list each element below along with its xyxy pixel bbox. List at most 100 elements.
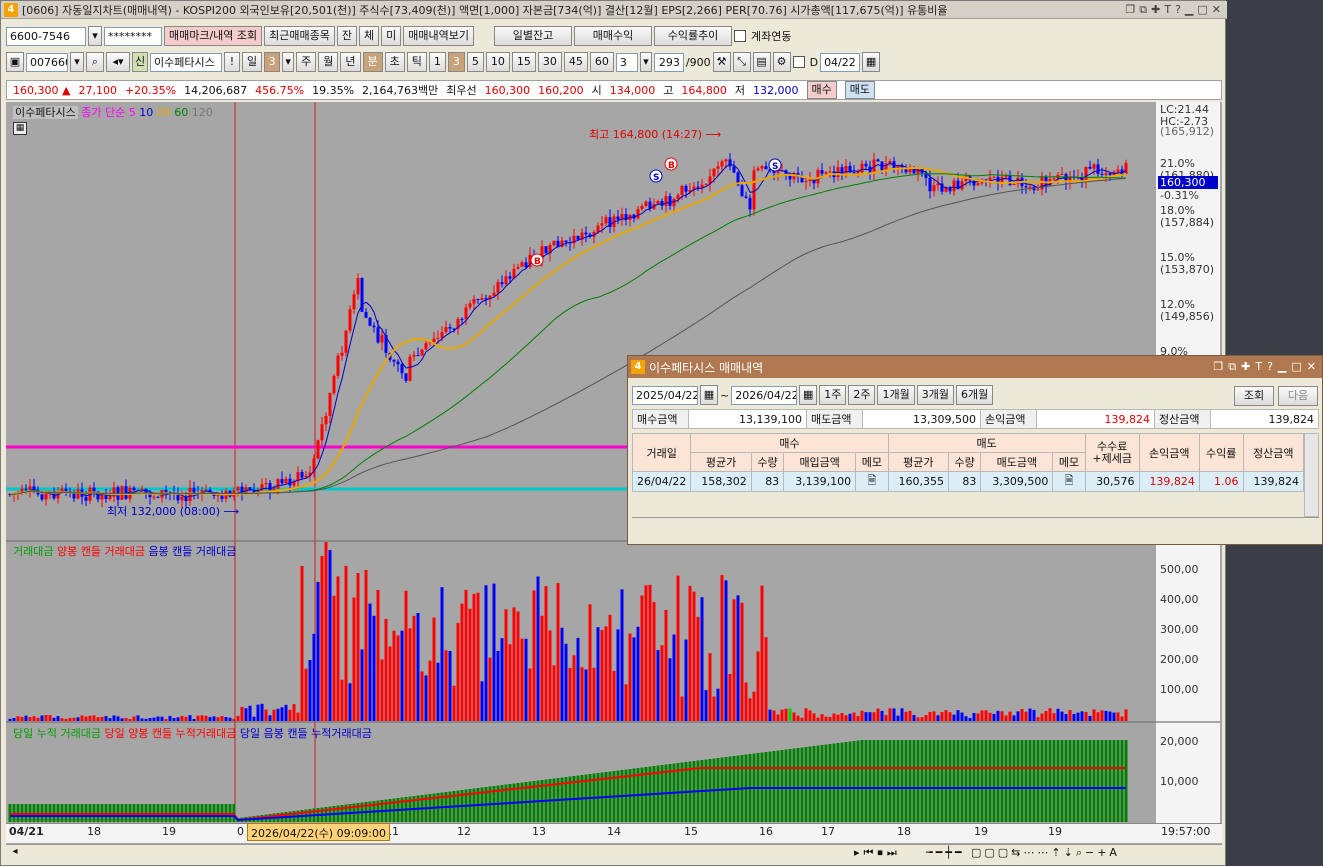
volume-bar xyxy=(512,607,516,721)
interval-5[interactable]: 5 xyxy=(466,52,484,72)
tick-button[interactable]: 틱 xyxy=(406,52,427,72)
sell-memo-icon[interactable]: 🗎 xyxy=(1052,471,1086,492)
interval-30[interactable]: 30 xyxy=(537,52,562,72)
popup-close-icon[interactable]: ✕ xyxy=(1307,360,1316,374)
pin-icon[interactable]: ✚ xyxy=(1151,3,1160,17)
range-3m-button[interactable]: 3개월 xyxy=(916,385,954,405)
copy-icon[interactable]: ⧉ xyxy=(1139,3,1147,17)
trade-mark-button[interactable]: 매매마크/내역 조회 xyxy=(164,26,263,46)
stock-code-input[interactable]: 007660 xyxy=(26,52,68,72)
date-from-input[interactable]: 2025/04/22 xyxy=(632,385,698,405)
range-2w-button[interactable]: 2주 xyxy=(848,385,876,405)
popup-pin-icon[interactable]: ✚ xyxy=(1241,360,1250,374)
period-day-button[interactable]: 일 xyxy=(242,52,263,72)
period-dropdown-icon[interactable]: ▾ xyxy=(282,52,295,72)
week-button[interactable]: 주 xyxy=(296,52,317,72)
unit-input[interactable]: 3 xyxy=(615,52,638,72)
volume-bar xyxy=(124,718,128,721)
range-1w-button[interactable]: 1주 xyxy=(819,385,847,405)
volume-bar xyxy=(68,717,72,721)
grid-toggle-icon[interactable]: ▦ xyxy=(13,122,27,135)
query-button[interactable]: 조회 xyxy=(1234,386,1274,406)
candle-body xyxy=(220,494,224,499)
table-scrollbar[interactable] xyxy=(1304,433,1319,517)
candle-body xyxy=(280,479,284,484)
range-1m-button[interactable]: 1개월 xyxy=(877,385,915,405)
interval-10[interactable]: 10 xyxy=(485,52,510,72)
volume-bar xyxy=(732,599,736,721)
interval-45[interactable]: 45 xyxy=(563,52,588,72)
save-icon[interactable]: ▤ xyxy=(752,52,771,72)
volume-bar xyxy=(1068,710,1072,721)
sell-button[interactable]: 매도 xyxy=(844,81,876,99)
month-button[interactable]: 월 xyxy=(318,52,339,72)
speaker-icon[interactable]: ◂▾ xyxy=(106,52,130,72)
year-button[interactable]: 년 xyxy=(340,52,361,72)
help-icon[interactable]: ? xyxy=(1175,3,1181,17)
th-fee: 수수료 +제세금 xyxy=(1084,433,1140,472)
count-input[interactable]: 293 xyxy=(653,52,684,72)
zoom-controls[interactable]: ╼━┿━ ▢▢▢⇆⋯⋯⇡⇣⌕−+A xyxy=(926,846,1120,860)
next-button[interactable]: 다음 xyxy=(1278,386,1318,406)
period-num[interactable]: 3 xyxy=(264,52,281,72)
alert-icon[interactable]: ! xyxy=(224,52,240,72)
date-input[interactable]: 04/22 xyxy=(820,52,861,72)
interval-60[interactable]: 60 xyxy=(589,52,614,72)
maximize-icon[interactable]: □ xyxy=(1197,3,1207,17)
popup-copy-icon[interactable]: ⧉ xyxy=(1228,360,1236,374)
trade-profit-button[interactable]: 매매수익 xyxy=(574,26,653,46)
minimize-icon[interactable]: ▁ xyxy=(1185,3,1193,17)
date-to-calendar-icon[interactable]: ▦ xyxy=(799,385,818,405)
date-to-input[interactable]: 2026/04/22 xyxy=(731,385,798,405)
draw-icon[interactable]: ⤡ xyxy=(732,52,751,72)
popup-minimize-icon[interactable]: ▁ xyxy=(1278,360,1286,374)
popup-maximize-icon[interactable]: □ xyxy=(1291,360,1301,374)
restore-icon[interactable]: ❐ xyxy=(1125,3,1135,17)
history-view-button[interactable]: 매매내역보기 xyxy=(403,26,475,46)
password-input[interactable]: ******** xyxy=(104,26,162,46)
legend-ma20: 20 xyxy=(156,106,171,119)
d-checkbox[interactable] xyxy=(792,56,805,68)
volume-bar xyxy=(1084,711,1088,721)
buy-button[interactable]: 매수 xyxy=(806,81,837,99)
account-link-checkbox[interactable] xyxy=(734,30,747,42)
gear-icon[interactable]: ⚙ xyxy=(772,52,791,72)
jan-button[interactable]: 잔 xyxy=(336,26,358,46)
bottom-scroll-bar[interactable]: ◂ ▸⏮⏹⏭ ╼━┿━ ▢▢▢⇆⋯⋯⇡⇣⌕−+A xyxy=(6,844,1222,862)
date-from-calendar-icon[interactable]: ▦ xyxy=(700,385,718,405)
recent-items-button[interactable]: 최근매매종목 xyxy=(264,26,335,46)
search-icon[interactable]: ⌕ xyxy=(86,52,104,72)
font-icon[interactable]: T xyxy=(1164,3,1171,17)
volume-bar xyxy=(200,715,204,721)
range-6m-button[interactable]: 6개월 xyxy=(955,385,994,405)
layout-icon[interactable]: ▣ xyxy=(6,52,24,72)
interval-3[interactable]: 3 xyxy=(447,52,465,72)
buy-memo-icon[interactable]: 🗎 xyxy=(855,471,889,492)
popup-restore-icon[interactable]: ❐ xyxy=(1213,360,1223,374)
che-button[interactable]: 체 xyxy=(359,26,380,46)
tools-icon[interactable]: ⚒ xyxy=(712,52,731,72)
account-dropdown-icon[interactable]: ▾ xyxy=(88,26,102,46)
return-trend-button[interactable]: 수익률추이 xyxy=(654,26,733,46)
volume-bar xyxy=(280,707,284,721)
stock-name-field[interactable]: 이수페타시스 xyxy=(150,52,222,72)
unit-dropdown-icon[interactable]: ▾ xyxy=(639,52,652,72)
current-price: 160,300 ▲ xyxy=(13,83,71,97)
second-button[interactable]: 초 xyxy=(384,52,405,72)
close-icon[interactable]: ✕ xyxy=(1212,3,1221,17)
playback-controls[interactable]: ▸⏮⏹⏭ xyxy=(854,846,901,860)
volume-bar xyxy=(372,615,376,721)
minute-button[interactable]: 분 xyxy=(362,52,383,72)
interval-15[interactable]: 15 xyxy=(511,52,536,72)
account-input[interactable]: 6600-7546 xyxy=(6,26,86,46)
code-dropdown-icon[interactable]: ▾ xyxy=(70,52,84,72)
calendar-icon[interactable]: ▦ xyxy=(862,52,881,72)
mi-button[interactable]: 미 xyxy=(381,26,402,46)
popup-font-icon[interactable]: T xyxy=(1255,360,1262,374)
interval-1[interactable]: 1 xyxy=(428,52,446,72)
volume-bar xyxy=(360,649,364,721)
table-row[interactable]: 26/04/22 158,302 83 3,139,100 🗎 160,355 … xyxy=(631,471,1305,492)
popup-help-icon[interactable]: ? xyxy=(1267,360,1273,374)
daily-balance-button[interactable]: 일별잔고 xyxy=(494,26,573,46)
scroll-left-icon[interactable]: ◂ xyxy=(8,846,22,860)
